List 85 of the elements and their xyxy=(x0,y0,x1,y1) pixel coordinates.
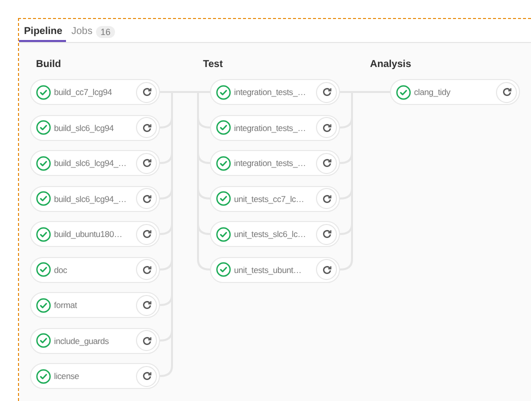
retry-icon xyxy=(322,229,332,239)
check-circle-icon xyxy=(36,84,51,100)
job-pill[interactable]: include_guards xyxy=(30,328,160,354)
retry-button[interactable] xyxy=(136,82,157,102)
job-pill[interactable]: unit_tests_cc7_lc… xyxy=(210,186,340,212)
check-circle-icon xyxy=(36,333,51,348)
stage-title: Build xyxy=(35,59,62,72)
job-pill[interactable]: build_slc6_lcg94_… xyxy=(30,186,160,212)
job-name: format xyxy=(54,300,78,310)
job-name: integration_tests_… xyxy=(234,122,307,132)
job-pill[interactable]: license xyxy=(30,363,160,389)
count-badge: 16 xyxy=(96,26,114,38)
job-name: build_slc6_lcg94_… xyxy=(54,194,128,204)
retry-icon xyxy=(142,336,152,346)
job-name: unit_tests_cc7_lc… xyxy=(234,194,306,204)
check-circle-icon xyxy=(36,191,51,206)
tab[interactable]: Jobs 16 xyxy=(66,19,118,42)
job-pill[interactable]: build_ubuntu180… xyxy=(30,221,160,247)
retry-button[interactable] xyxy=(316,259,337,280)
check-circle-icon xyxy=(36,226,51,242)
check-circle-icon xyxy=(216,262,231,277)
job-pill[interactable]: unit_tests_slc6_lc… xyxy=(210,221,340,247)
retry-icon xyxy=(142,122,152,132)
job-pill[interactable]: build_slc6_lcg94_… xyxy=(30,150,160,176)
retry-button[interactable] xyxy=(136,188,157,209)
job-name: unit_tests_ubunt… xyxy=(234,264,302,274)
retry-button[interactable] xyxy=(496,82,517,102)
retry-icon xyxy=(142,371,152,381)
retry-button[interactable] xyxy=(316,117,337,138)
job-pill[interactable]: unit_tests_ubunt… xyxy=(210,256,340,282)
job-name: build_cc7_lcg94 xyxy=(54,87,113,97)
check-circle-icon xyxy=(216,120,231,135)
check-circle-icon xyxy=(396,84,411,100)
job-name: build_ubuntu180… xyxy=(54,229,124,239)
check-circle-icon xyxy=(36,156,51,170)
retry-icon xyxy=(322,87,332,97)
stage-title: Test xyxy=(202,59,224,72)
retry-button[interactable] xyxy=(136,117,157,138)
stage-title: Analysis xyxy=(369,59,412,72)
job-pill[interactable]: build_slc6_lcg94 xyxy=(30,114,160,140)
retry-button[interactable] xyxy=(136,330,157,351)
check-circle-icon xyxy=(216,191,231,206)
job-name: build_slc6_lcg94_… xyxy=(54,158,128,168)
check-circle-icon xyxy=(36,298,51,312)
job-pill[interactable]: doc xyxy=(30,256,160,282)
job-name: include_guards xyxy=(54,336,110,346)
retry-icon xyxy=(322,158,332,168)
job-name: doc xyxy=(54,264,68,274)
job-pill[interactable]: clang_tidy xyxy=(390,79,520,105)
job-pill[interactable]: integration_tests_… xyxy=(210,150,340,176)
check-circle-icon xyxy=(36,368,51,384)
retry-icon xyxy=(502,87,512,97)
retry-button[interactable] xyxy=(136,294,157,316)
job-name: build_slc6_lcg94 xyxy=(54,122,115,132)
retry-icon xyxy=(142,229,152,239)
retry-button[interactable] xyxy=(316,152,337,174)
retry-button[interactable] xyxy=(316,224,337,244)
retry-icon xyxy=(142,87,152,97)
retry-button[interactable] xyxy=(136,152,157,174)
job-name: unit_tests_slc6_lc… xyxy=(234,229,307,239)
check-circle-icon xyxy=(36,262,51,277)
job-pill[interactable]: integration_tests_… xyxy=(210,114,340,140)
retry-icon xyxy=(142,194,152,204)
check-circle-icon xyxy=(36,120,51,135)
check-circle-icon xyxy=(216,156,231,170)
retry-icon xyxy=(322,194,332,204)
retry-button[interactable] xyxy=(316,82,337,102)
job-name: license xyxy=(54,371,80,381)
job-name: integration_tests_… xyxy=(234,158,307,168)
job-pill[interactable]: integration_tests_… xyxy=(210,79,340,105)
job-pill[interactable]: build_cc7_lcg94 xyxy=(30,79,160,105)
job-name: integration_tests_… xyxy=(234,87,307,97)
retry-icon xyxy=(322,122,332,132)
retry-button[interactable] xyxy=(136,259,157,280)
job-name: clang_tidy xyxy=(414,87,452,97)
retry-button[interactable] xyxy=(136,224,157,244)
retry-icon xyxy=(322,264,332,274)
retry-icon xyxy=(142,300,152,310)
job-pill[interactable]: format xyxy=(30,292,160,318)
check-circle-icon xyxy=(216,226,231,242)
retry-button[interactable] xyxy=(316,188,337,209)
check-circle-icon xyxy=(216,84,231,100)
retry-icon xyxy=(142,158,152,168)
retry-icon xyxy=(142,264,152,274)
retry-button[interactable] xyxy=(136,366,157,386)
